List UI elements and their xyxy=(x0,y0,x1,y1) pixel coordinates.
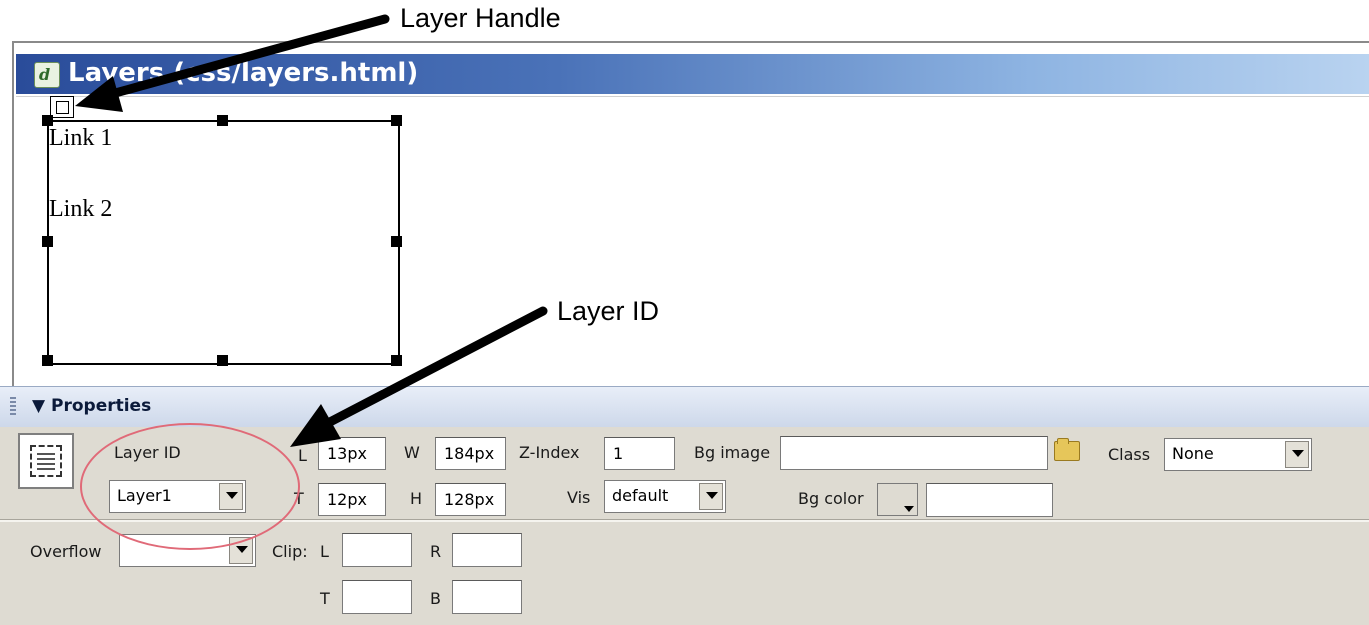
annotation-arrows xyxy=(75,14,548,447)
arrow-to-layer-handle xyxy=(75,14,390,112)
arrow-to-layer-id xyxy=(290,306,548,447)
